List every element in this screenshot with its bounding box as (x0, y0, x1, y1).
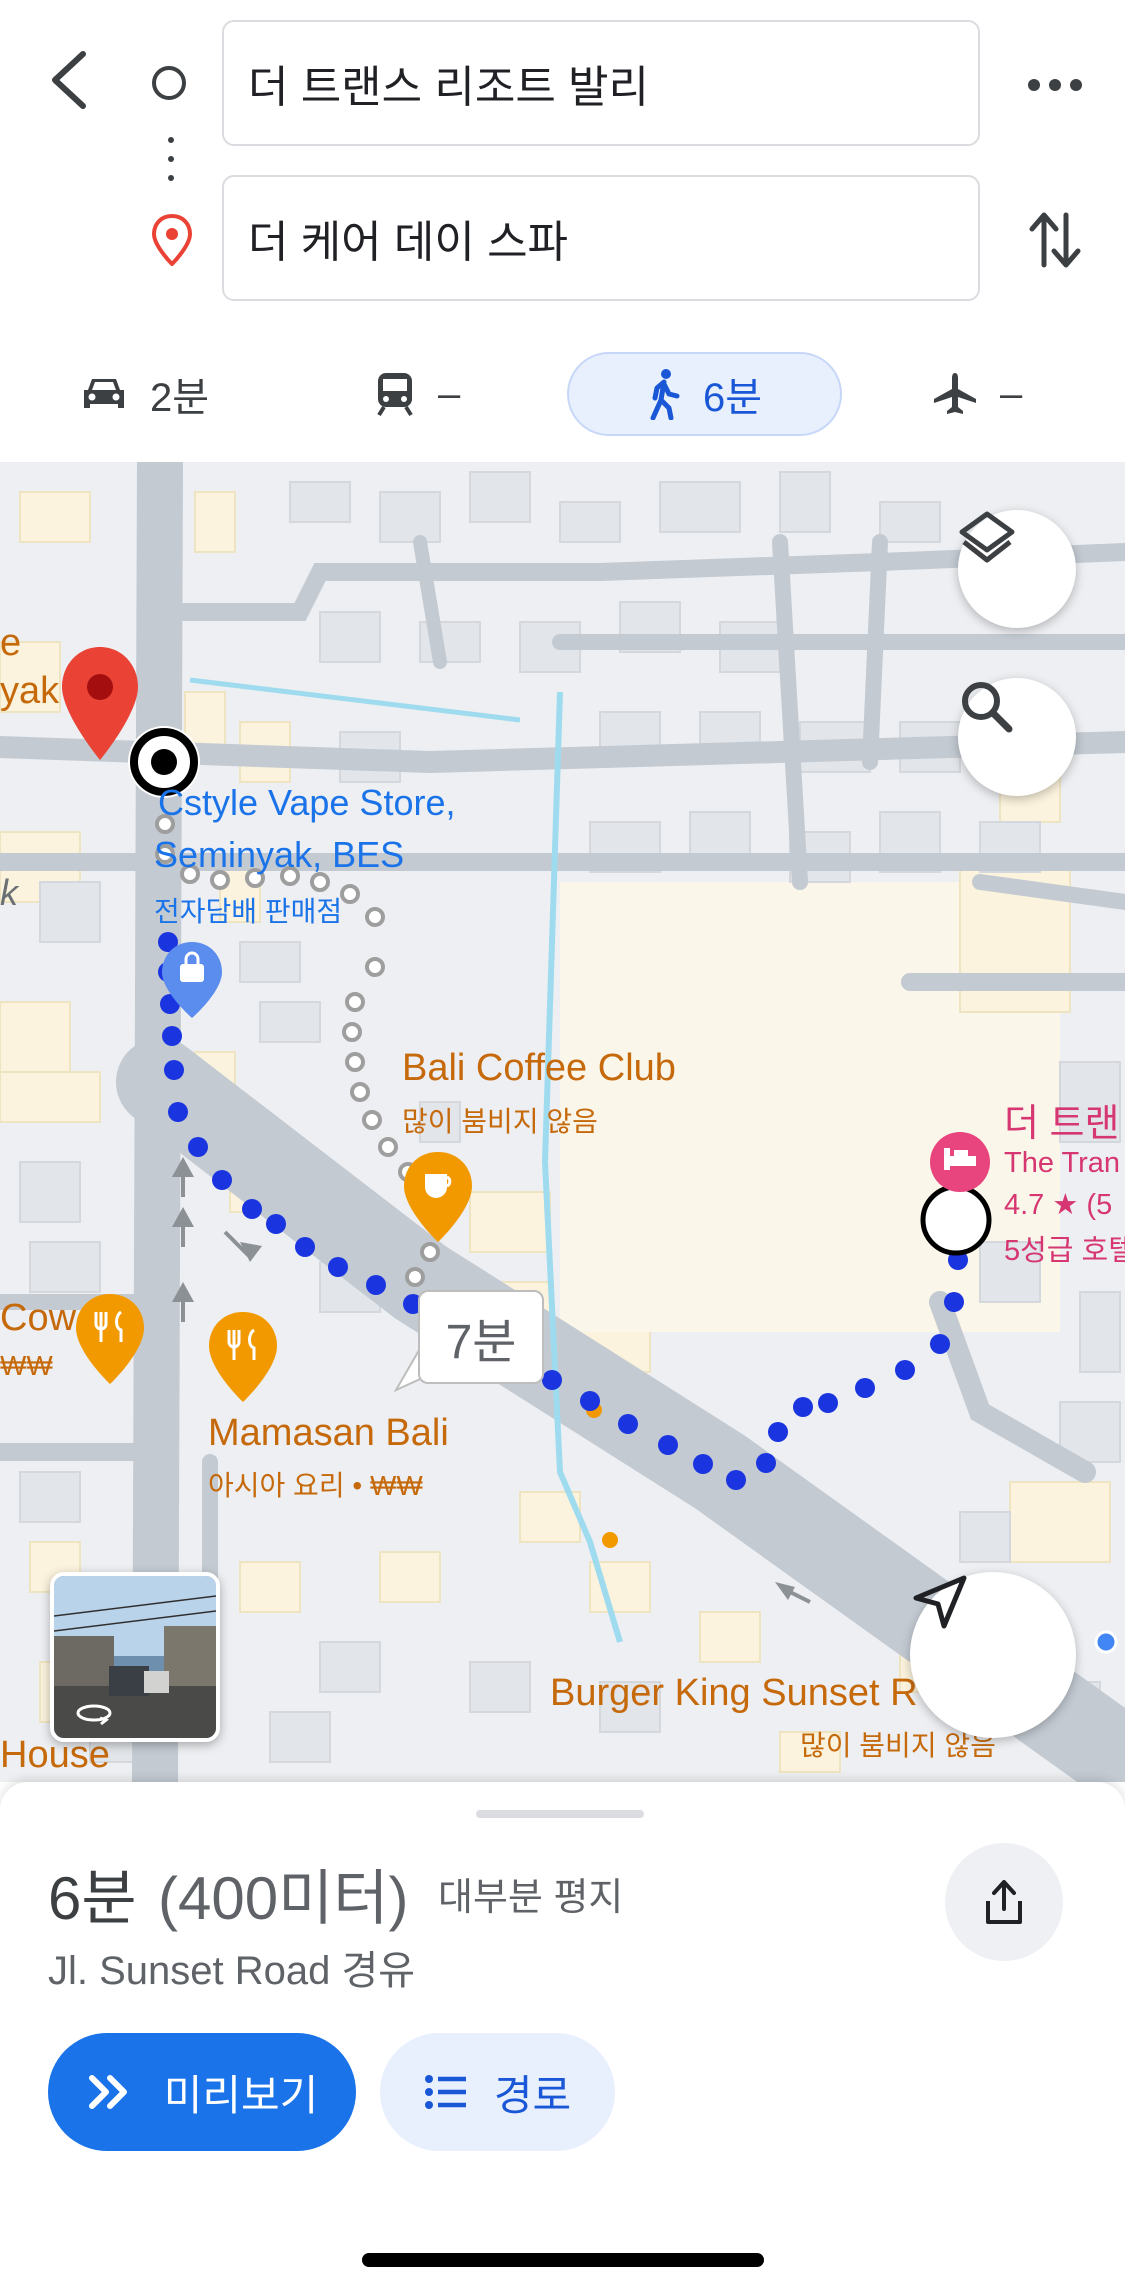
back-button[interactable] (30, 40, 110, 120)
poi-price-cow: ₩₩ (0, 1350, 53, 1381)
double-chevron-right-icon (88, 2075, 127, 2109)
connector-dot-icon (168, 137, 174, 143)
origin-input[interactable]: 더 트랜스 리조트 발리 (222, 20, 980, 146)
home-indicator[interactable] (362, 2253, 764, 2267)
walk-time: 6분 (702, 376, 763, 420)
train-icon (377, 373, 413, 417)
transit-time: – (438, 371, 461, 416)
poi-busy-bali-coffee-club: 많이 붐비지 않음 (402, 1106, 598, 1137)
my-location-button[interactable] (910, 1572, 1076, 1738)
poi-label-mamasan-bali[interactable]: Mamasan Bali (208, 1412, 449, 1455)
poi-rating-hotel: 4.7 ★ (5 (1004, 1189, 1113, 1221)
drive-time: 2분 (150, 376, 210, 420)
share-icon (986, 1880, 1022, 1924)
mode-tab-flight[interactable]: – (932, 352, 1022, 436)
street-view-thumbnail[interactable] (50, 1572, 220, 1742)
poi-label-vape-store[interactable]: Cstyle Vape Store, (158, 782, 455, 824)
back-arrow-icon (52, 51, 86, 109)
route-via: Jl. Sunset Road 경유 (48, 1949, 416, 1993)
sheet-drag-handle[interactable] (476, 1810, 644, 1818)
steps-button[interactable]: 경로 (380, 2033, 615, 2151)
walk-icon (650, 369, 680, 420)
steps-label: 경로 (493, 2071, 572, 2119)
destination-input[interactable]: 더 케어 데이 스파 (222, 175, 980, 301)
alt-route-time-bubble[interactable]: 7분 (418, 1290, 544, 1384)
mode-tab-transit[interactable]: – (374, 352, 460, 436)
poi-label-vape-store[interactable]: Seminyak, BES (154, 834, 404, 876)
preview-button[interactable]: 미리보기 (48, 2033, 356, 2151)
swap-vert-icon (1029, 212, 1081, 268)
poi-label-hotel-en: The Tran (1004, 1147, 1121, 1179)
more-horiz-icon (1028, 79, 1082, 91)
poi-class-hotel: 5성급 호텔 (1004, 1235, 1125, 1267)
search-button[interactable] (958, 678, 1076, 796)
poi-label-hotel[interactable]: 더 트랜 (1004, 1092, 1119, 1147)
connector-dot-icon (168, 175, 174, 181)
car-icon (84, 379, 124, 408)
route-duration: 6분 (48, 1865, 137, 1932)
more-options-button[interactable] (1015, 50, 1095, 120)
navigation-arrow-icon (913, 1575, 967, 1629)
map-label-edge: yak (0, 670, 60, 712)
list-icon (424, 2075, 466, 2109)
mode-tab-walk[interactable]: 6분 (567, 352, 842, 436)
poi-category-vape-store: 전자담배 판매점 (154, 896, 343, 927)
connector-dot-icon (168, 156, 174, 162)
layers-icon (959, 511, 1015, 563)
preview-label: 미리보기 (163, 2071, 319, 2119)
layers-button[interactable] (958, 510, 1076, 628)
search-icon (962, 682, 1013, 733)
swap-directions-button[interactable] (1015, 200, 1095, 280)
flight-time: – (1000, 371, 1023, 416)
flight-icon (934, 373, 976, 414)
poi-label-bali-coffee-club[interactable]: Bali Coffee Club (402, 1047, 676, 1090)
mode-tab-drive[interactable]: 2분 (80, 352, 209, 436)
360-rotate-icon (76, 1704, 112, 1726)
map-view[interactable]: e yak k Cstyle Vape Store, Seminyak, BES… (0, 462, 1125, 1782)
origin-circle-icon (152, 66, 186, 100)
poi-category-mamasan-bali: 아시아 요리 • ₩₩ (208, 1470, 423, 1501)
map-label-edge: k (0, 872, 18, 913)
poi-label-cow[interactable]: Cow (0, 1297, 76, 1340)
share-button[interactable] (945, 1843, 1063, 1961)
poi-label-burger-king[interactable]: Burger King Sunset R (550, 1672, 918, 1715)
map-label-edge: e (0, 622, 22, 664)
route-distance: (400미터) (158, 1865, 409, 1932)
destination-pin-icon (151, 214, 193, 266)
route-terrain: 대부분 평지 (438, 1877, 624, 1919)
